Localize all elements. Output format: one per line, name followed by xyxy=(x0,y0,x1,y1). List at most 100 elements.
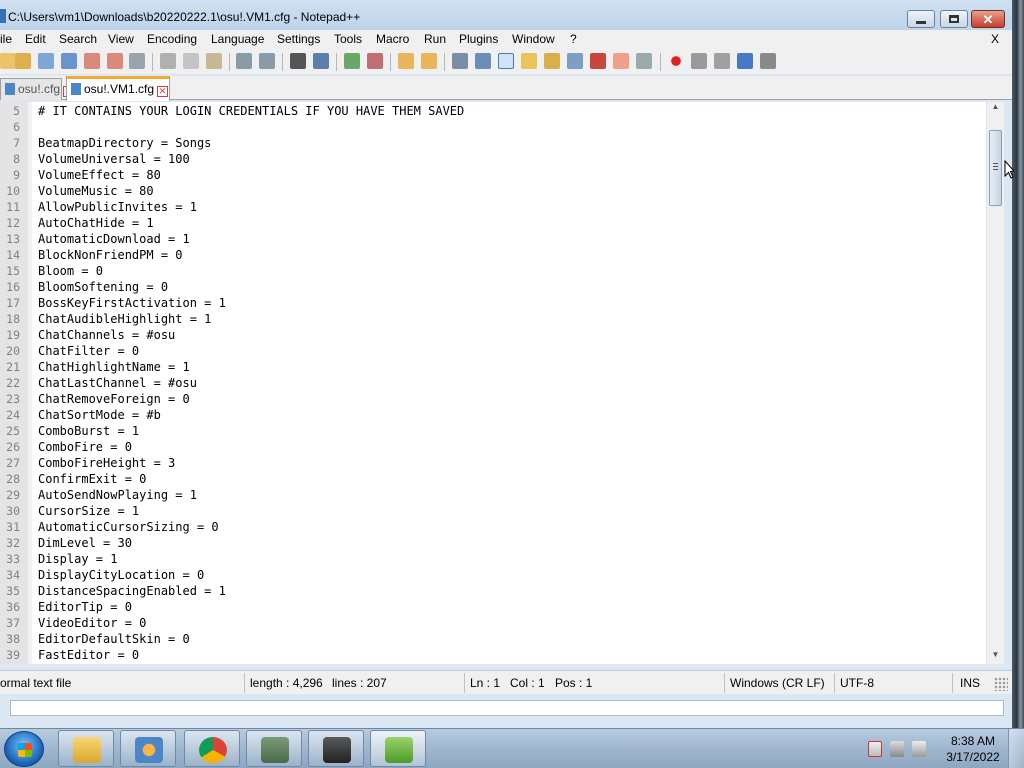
scroll-down-arrow-icon[interactable]: ▼ xyxy=(987,650,1004,664)
menu-macro[interactable]: Macro xyxy=(376,32,409,46)
code-line[interactable]: 31 AutomaticCursorSizing = 0 xyxy=(0,519,990,535)
close-window-button[interactable]: ✕ xyxy=(971,10,1005,28)
start-button[interactable] xyxy=(4,731,44,767)
indent-guide-icon[interactable] xyxy=(498,53,514,69)
new-file-icon[interactable] xyxy=(0,53,16,69)
code-line[interactable]: 15 Bloom = 0 xyxy=(0,263,990,279)
replace-icon[interactable] xyxy=(313,53,329,69)
code-line[interactable]: 19 ChatChannels = #osu xyxy=(0,327,990,343)
code-line[interactable]: 16 BloomSoftening = 0 xyxy=(0,279,990,295)
zoom-out-icon[interactable] xyxy=(367,53,383,69)
code-line[interactable]: 24 ChatSortMode = #b xyxy=(0,407,990,423)
code-line[interactable]: 37 VideoEditor = 0 xyxy=(0,615,990,631)
code-line[interactable]: 28 ConfirmExit = 0 xyxy=(0,471,990,487)
menu-edit[interactable]: Edit xyxy=(25,32,46,46)
code-line[interactable]: 39 FastEditor = 0 xyxy=(0,647,990,663)
code-line[interactable]: 20 ChatFilter = 0 xyxy=(0,343,990,359)
code-line[interactable]: 6 xyxy=(0,119,990,135)
folder-as-workspace-icon[interactable] xyxy=(613,53,629,69)
code-line[interactable]: 13 AutomaticDownload = 1 xyxy=(0,231,990,247)
folder-workspace-icon[interactable] xyxy=(590,53,606,69)
tab-osu-cfg[interactable]: osu!.cfg✕ xyxy=(0,78,75,100)
code-line[interactable]: 23 ChatRemoveForeign = 0 xyxy=(0,391,990,407)
function-list-icon[interactable] xyxy=(567,53,583,69)
code-line[interactable]: 12 AutoChatHide = 1 xyxy=(0,215,990,231)
sync-vertical-icon[interactable] xyxy=(398,53,414,69)
stop-record-icon[interactable] xyxy=(691,53,707,69)
show-desktop-button[interactable] xyxy=(1008,729,1024,768)
menu-file[interactable]: ile xyxy=(0,32,12,46)
sync-horizontal-icon[interactable] xyxy=(421,53,437,69)
code-line[interactable]: 14 BlockNonFriendPM = 0 xyxy=(0,247,990,263)
open-file-icon[interactable] xyxy=(15,53,31,69)
code-line[interactable]: 17 BossKeyFirstActivation = 1 xyxy=(0,295,990,311)
menu-help[interactable]: ? xyxy=(570,32,577,46)
code-line[interactable]: 25 ComboBurst = 1 xyxy=(0,423,990,439)
code-line[interactable]: 11 AllowPublicInvites = 1 xyxy=(0,199,990,215)
menu-encoding[interactable]: Encoding xyxy=(147,32,197,46)
code-line[interactable]: 35 DistanceSpacingEnabled = 1 xyxy=(0,583,990,599)
code-line[interactable]: 8 VolumeUniversal = 100 xyxy=(0,151,990,167)
code-line[interactable]: 34 DisplayCityLocation = 0 xyxy=(0,567,990,583)
status-eol[interactable]: Windows (CR LF) xyxy=(730,676,825,690)
code-line[interactable]: 29 AutoSendNowPlaying = 1 xyxy=(0,487,990,503)
taskbar-media-player[interactable] xyxy=(120,730,176,767)
save-icon[interactable] xyxy=(38,53,54,69)
taskbar-chess[interactable] xyxy=(308,730,364,767)
zoom-in-icon[interactable] xyxy=(344,53,360,69)
run-macro-multiple-icon[interactable] xyxy=(737,53,753,69)
taskbar-file-explorer[interactable] xyxy=(58,730,114,767)
cut-icon[interactable] xyxy=(160,53,176,69)
code-line[interactable]: 7 BeatmapDirectory = Songs xyxy=(0,135,990,151)
scroll-up-arrow-icon[interactable]: ▲ xyxy=(987,102,1004,116)
udl-icon[interactable] xyxy=(521,53,537,69)
code-line[interactable]: 30 CursorSize = 1 xyxy=(0,503,990,519)
title-bar[interactable]: C:\Users\vm1\Downloads\b20220222.1\osu!.… xyxy=(0,0,1012,32)
show-all-chars-icon[interactable] xyxy=(475,53,491,69)
code-line[interactable]: 5 # IT CONTAINS YOUR LOGIN CREDENTIALS IF… xyxy=(0,103,990,119)
clock-date[interactable]: 3/17/2022 xyxy=(946,750,1000,764)
paste-icon[interactable] xyxy=(206,53,222,69)
close-all-icon[interactable] xyxy=(107,53,123,69)
code-line[interactable]: 22 ChatLastChannel = #osu xyxy=(0,375,990,391)
code-line[interactable]: 27 ComboFireHeight = 3 xyxy=(0,455,990,471)
menu-tools[interactable]: Tools xyxy=(334,32,362,46)
find-icon[interactable] xyxy=(290,53,306,69)
code-line[interactable]: 38 EditorDefaultSkin = 0 xyxy=(0,631,990,647)
menu-run[interactable]: Run xyxy=(424,32,446,46)
minimize-button[interactable] xyxy=(907,10,935,28)
menu-search[interactable]: Search xyxy=(59,32,97,46)
network-icon[interactable] xyxy=(890,741,904,757)
volume-icon[interactable] xyxy=(912,741,926,757)
save-all-icon[interactable] xyxy=(61,53,77,69)
taskbar-network-monitor[interactable] xyxy=(246,730,302,767)
taskbar-notepad-plus-plus[interactable] xyxy=(370,730,426,767)
action-center-icon[interactable] xyxy=(868,741,882,757)
clock-time[interactable]: 8:38 AM xyxy=(950,734,996,748)
maximize-button[interactable] xyxy=(940,10,968,28)
taskbar-chrome[interactable] xyxy=(184,730,240,767)
text-editor[interactable]: 5 # IT CONTAINS YOUR LOGIN CREDENTIALS IF… xyxy=(0,102,1004,664)
code-line[interactable]: 18 ChatAudibleHighlight = 1 xyxy=(0,311,990,327)
code-line[interactable]: 9 VolumeEffect = 80 xyxy=(0,167,990,183)
copy-icon[interactable] xyxy=(183,53,199,69)
code-line[interactable]: 32 DimLevel = 30 xyxy=(0,535,990,551)
tab-close-icon[interactable]: ✕ xyxy=(157,86,169,97)
menu-settings[interactable]: Settings xyxy=(277,32,320,46)
code-line[interactable]: 21 ChatHighlightName = 1 xyxy=(0,359,990,375)
menu-language[interactable]: Language xyxy=(211,32,264,46)
status-mode[interactable]: INS xyxy=(960,676,980,690)
monitor-icon[interactable] xyxy=(636,53,652,69)
record-macro-icon[interactable] xyxy=(668,53,684,69)
doc-map-icon[interactable] xyxy=(544,53,560,69)
word-wrap-icon[interactable] xyxy=(452,53,468,69)
close-file-icon[interactable] xyxy=(84,53,100,69)
code-line[interactable]: 10 VolumeMusic = 80 xyxy=(0,183,990,199)
print-icon[interactable] xyxy=(129,53,145,69)
code-line[interactable]: 33 Display = 1 xyxy=(0,551,990,567)
tab-osu-vm1-cfg[interactable]: osu!.VM1.cfg ✕ xyxy=(66,76,170,101)
vertical-scrollbar[interactable]: ▲ ▼ xyxy=(986,102,1004,664)
code-line[interactable]: 36 EditorTip = 0 xyxy=(0,599,990,615)
save-macro-icon[interactable] xyxy=(760,53,776,69)
play-macro-icon[interactable] xyxy=(714,53,730,69)
